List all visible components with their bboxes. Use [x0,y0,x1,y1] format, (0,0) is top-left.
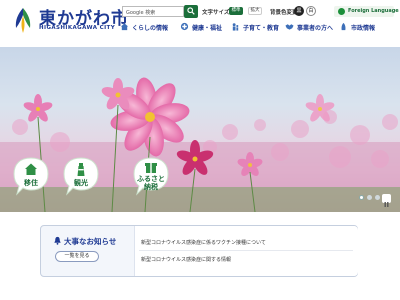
pause-icon [384,202,389,207]
nav-label: くらしの情報 [132,25,169,32]
health-icon [180,22,189,31]
house-icon [120,23,129,31]
background-black-button[interactable]: 黒 [294,6,304,16]
font-size-standard-button[interactable]: 標準 [229,7,243,15]
foreign-language-button[interactable]: Foreign Language [334,6,399,17]
main-nav: くらしの情報 健康・福祉 子育て・教育 事業者の方へ 市政情報 [118,20,400,34]
view-all-button[interactable]: 一覧を見る [55,251,99,262]
important-notices-panel: 大事なお知らせ 一覧を見る 新型コロナウイルス感染症に係るワクチン接種について … [40,225,358,277]
font-size-large-button[interactable]: 拡大 [248,7,262,15]
slide-dot-2[interactable] [367,195,372,200]
quick-link-label: 移住 [24,179,38,187]
city-name-en: HIGASHIKAGAWA CITY [39,25,116,31]
quick-link-tourism[interactable]: 観光 [62,156,100,196]
bell-icon [54,236,61,245]
news-list: 新型コロナウイルス感染症に係るワクチン接種について 新型コロナウイルス感染症に関… [134,226,358,276]
globe-icon [338,8,345,15]
site-header: 東かがわ市 HIGASHIKAGAWA CITY Google 検索 文字サイズ… [0,0,400,47]
quick-link-hometown-tax[interactable]: ふるさと 納税 [132,156,170,196]
gift-icon [145,163,157,173]
search-input[interactable]: Google 検索 [122,6,184,17]
foreign-language-label: Foreign Language [348,8,399,14]
handshake-icon [285,24,294,30]
nav-label: 事業者の方へ [297,25,334,32]
city-logo-icon[interactable] [12,6,34,34]
news-item-link[interactable]: 新型コロナウイルス感染症に係るワクチン接種について [139,234,353,250]
quick-link-label: 観光 [74,179,88,187]
font-size-label: 文字サイズ [202,10,230,16]
slide-dot-1[interactable] [359,195,364,200]
background-white-button[interactable]: 白 [306,6,316,16]
quick-link-label-line2: 納税 [144,183,158,191]
news-title: 大事なお知らせ [64,237,117,246]
lighthouse-icon [77,163,85,176]
news-item-link[interactable]: 新型コロナウイルス感染症に関する情報 [139,250,353,266]
city-hall-icon [341,22,346,31]
search-button[interactable] [184,5,198,18]
house-icon [25,163,37,175]
hero-slideshow [0,47,400,212]
nav-label: 子育て・教育 [243,25,280,32]
nav-label: 市政情報 [351,25,376,32]
family-icon [232,23,239,31]
search-icon [187,7,195,15]
cosmos-flowers-image [0,77,400,212]
pause-button[interactable] [382,194,391,207]
slide-dot-3[interactable] [375,195,380,200]
quick-link-migration[interactable]: 移住 [12,156,50,196]
nav-label: 健康・福祉 [192,25,223,32]
